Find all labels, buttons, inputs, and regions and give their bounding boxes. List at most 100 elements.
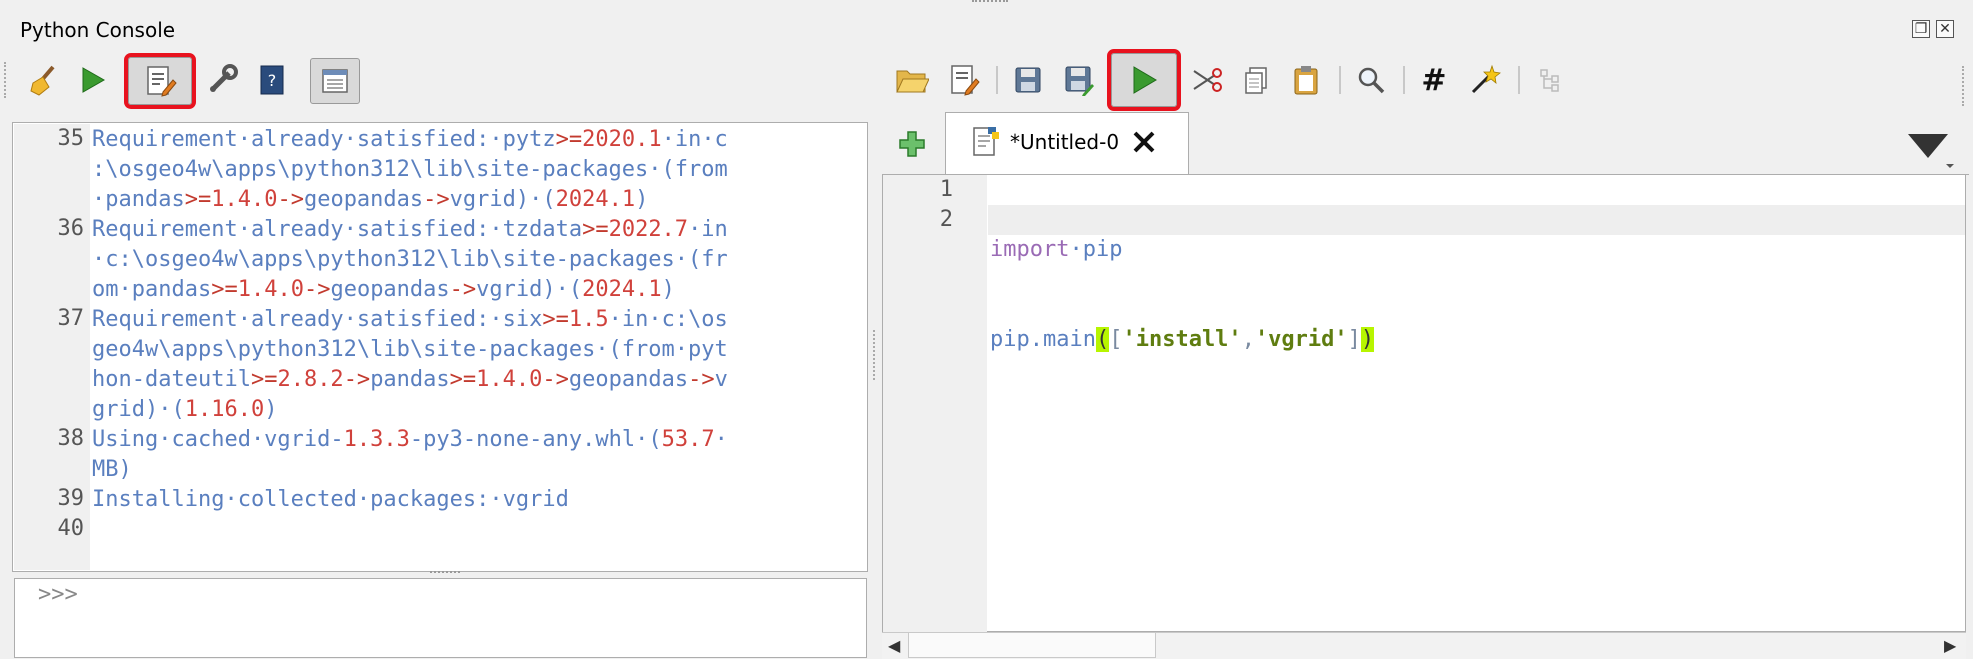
- run-script-button[interactable]: [1107, 49, 1181, 111]
- tab-label: *Untitled-0: [1010, 130, 1120, 154]
- open-in-external-editor-button[interactable]: [942, 58, 986, 102]
- output-line: Requirement·already·satisfied:·six>=1.5·…: [92, 305, 862, 335]
- show-editor-button[interactable]: [124, 53, 196, 109]
- output-text-segment: ->: [449, 277, 477, 302]
- editor-line-number: 2: [939, 207, 953, 232]
- copy-button[interactable]: [1234, 58, 1278, 102]
- output-text-segment: >=: [211, 277, 238, 302]
- output-text-segment: -py3-none-any.whl·(: [409, 427, 662, 452]
- output-line-number: [14, 334, 84, 364]
- toolbar-handle[interactable]: [4, 62, 12, 98]
- float-icon[interactable]: ❐: [1912, 20, 1930, 38]
- python-file-icon: [970, 125, 1002, 159]
- comment-button[interactable]: #: [1412, 58, 1456, 102]
- output-text-segment: hon-dateutil: [92, 367, 251, 392]
- code-line-2: pip.main(['install','vgrid']): [990, 325, 1375, 355]
- output-text-segment: >=: [449, 367, 477, 392]
- close-icon[interactable]: ✕: [1936, 20, 1954, 38]
- scroll-right-icon[interactable]: ▶: [1944, 636, 1956, 655]
- panel-title: Python Console: [20, 18, 176, 42]
- magnifier-icon: [1358, 67, 1385, 94]
- output-line-number: [14, 364, 84, 394]
- output-text-segment: 1.3.3: [343, 427, 410, 452]
- plus-icon: [899, 131, 925, 157]
- output-line-number: [14, 244, 84, 274]
- svg-text:#: #: [1421, 65, 1446, 95]
- copy-icon: [1245, 67, 1267, 94]
- editor-gutter: 12: [883, 175, 987, 632]
- console-prompt: >>>: [38, 582, 78, 607]
- code-identifier: ·pip: [1069, 237, 1123, 262]
- output-line: MB): [92, 455, 862, 485]
- object-inspector-button[interactable]: [310, 58, 360, 104]
- output-line: Installing·collected·packages:·vgrid: [92, 485, 862, 515]
- save-as-button[interactable]: [1057, 58, 1101, 102]
- paste-button[interactable]: [1284, 58, 1328, 102]
- output-text-segment: Requirement·already·satisfied:·tzdata: [92, 217, 583, 242]
- help-button[interactable]: ?: [250, 58, 294, 102]
- window-icon: [322, 69, 348, 93]
- output-line: :\osgeo4w\apps\python312\lib\site-packag…: [92, 155, 862, 185]
- output-text-segment: v: [714, 367, 728, 392]
- find-button[interactable]: [1349, 58, 1393, 102]
- splitter-grip[interactable]: [430, 571, 460, 577]
- code-string: 'install': [1122, 327, 1242, 352]
- output-text-segment: Installing·collected·packages:·vgrid: [92, 487, 569, 512]
- output-text-segment: geopandas: [568, 367, 689, 392]
- output-text-segment: vgrid)·(: [476, 277, 583, 302]
- output-line-number: [14, 454, 84, 484]
- output-text-segment: ->: [542, 367, 569, 392]
- scrollbar-thumb[interactable]: [908, 632, 1156, 658]
- code-close-paren: ): [1360, 327, 1375, 352]
- output-line-number: 37: [57, 306, 85, 331]
- clear-console-button[interactable]: [22, 58, 66, 102]
- options-button[interactable]: [200, 58, 244, 102]
- object-inspector-editor-button[interactable]: [1528, 58, 1572, 102]
- editor-icon: [147, 66, 177, 97]
- broom-icon: [30, 65, 55, 96]
- wrench-icon: [210, 64, 238, 92]
- dock-resize-grip[interactable]: [972, 0, 1008, 8]
- console-input-panel[interactable]: [14, 578, 867, 658]
- magic-wand-icon: [1471, 64, 1501, 94]
- code-call: pip.main: [990, 327, 1096, 352]
- tab-list-dropdown-icon[interactable]: [1906, 130, 1956, 170]
- output-text-segment: >=: [582, 217, 609, 242]
- output-text-segment: om·pandas: [92, 277, 212, 302]
- output-text-segment: geopandas: [330, 277, 450, 302]
- cut-button[interactable]: [1185, 58, 1229, 102]
- hash-icon: #: [1421, 65, 1446, 95]
- run-command-button[interactable]: [71, 58, 115, 102]
- vertical-splitter-grip[interactable]: [873, 330, 878, 380]
- output-text-segment: ·in: [688, 217, 728, 242]
- output-text-segment: ): [661, 277, 675, 302]
- output-line-number: [14, 394, 84, 424]
- save-button[interactable]: [1006, 58, 1050, 102]
- output-text-segment: vgrid)·(: [449, 187, 556, 212]
- output-line: Requirement·already·satisfied:·pytz>=202…: [92, 125, 862, 155]
- close-tab-icon[interactable]: [1130, 128, 1158, 156]
- output-line-number: 38: [57, 426, 85, 451]
- open-script-button[interactable]: [890, 58, 934, 102]
- console-output: Requirement·already·satisfied:·pytz>=202…: [92, 125, 862, 545]
- output-text-segment: ->: [688, 367, 715, 392]
- output-line: om·pandas>=1.4.0->geopandas->vgrid)·(202…: [92, 275, 862, 305]
- editor-code[interactable]: import·pip pip.main(['install','vgrid']): [990, 175, 1375, 385]
- output-text-segment: 1.16.0: [184, 397, 265, 422]
- play-icon: [1133, 66, 1157, 94]
- folder-open-icon: [896, 70, 929, 93]
- output-text-segment: ->: [277, 187, 304, 212]
- output-text-segment: >=: [542, 307, 569, 332]
- output-text-segment: ): [264, 397, 278, 422]
- output-text-segment: >=: [555, 127, 583, 152]
- reformat-button[interactable]: [1463, 58, 1507, 102]
- edit-file-icon: [951, 65, 980, 96]
- new-tab-button[interactable]: [890, 122, 934, 166]
- scroll-left-icon[interactable]: ◀: [888, 636, 900, 655]
- output-text-segment: grid)·(: [92, 397, 185, 422]
- toolbar-handle[interactable]: [1962, 66, 1970, 106]
- paste-icon: [1294, 66, 1318, 95]
- output-text-segment: 2.8.2: [277, 367, 344, 392]
- output-text-segment: 2024.1: [555, 187, 636, 212]
- output-line: Using·cached·vgrid-1.3.3-py3-none-any.wh…: [92, 425, 862, 455]
